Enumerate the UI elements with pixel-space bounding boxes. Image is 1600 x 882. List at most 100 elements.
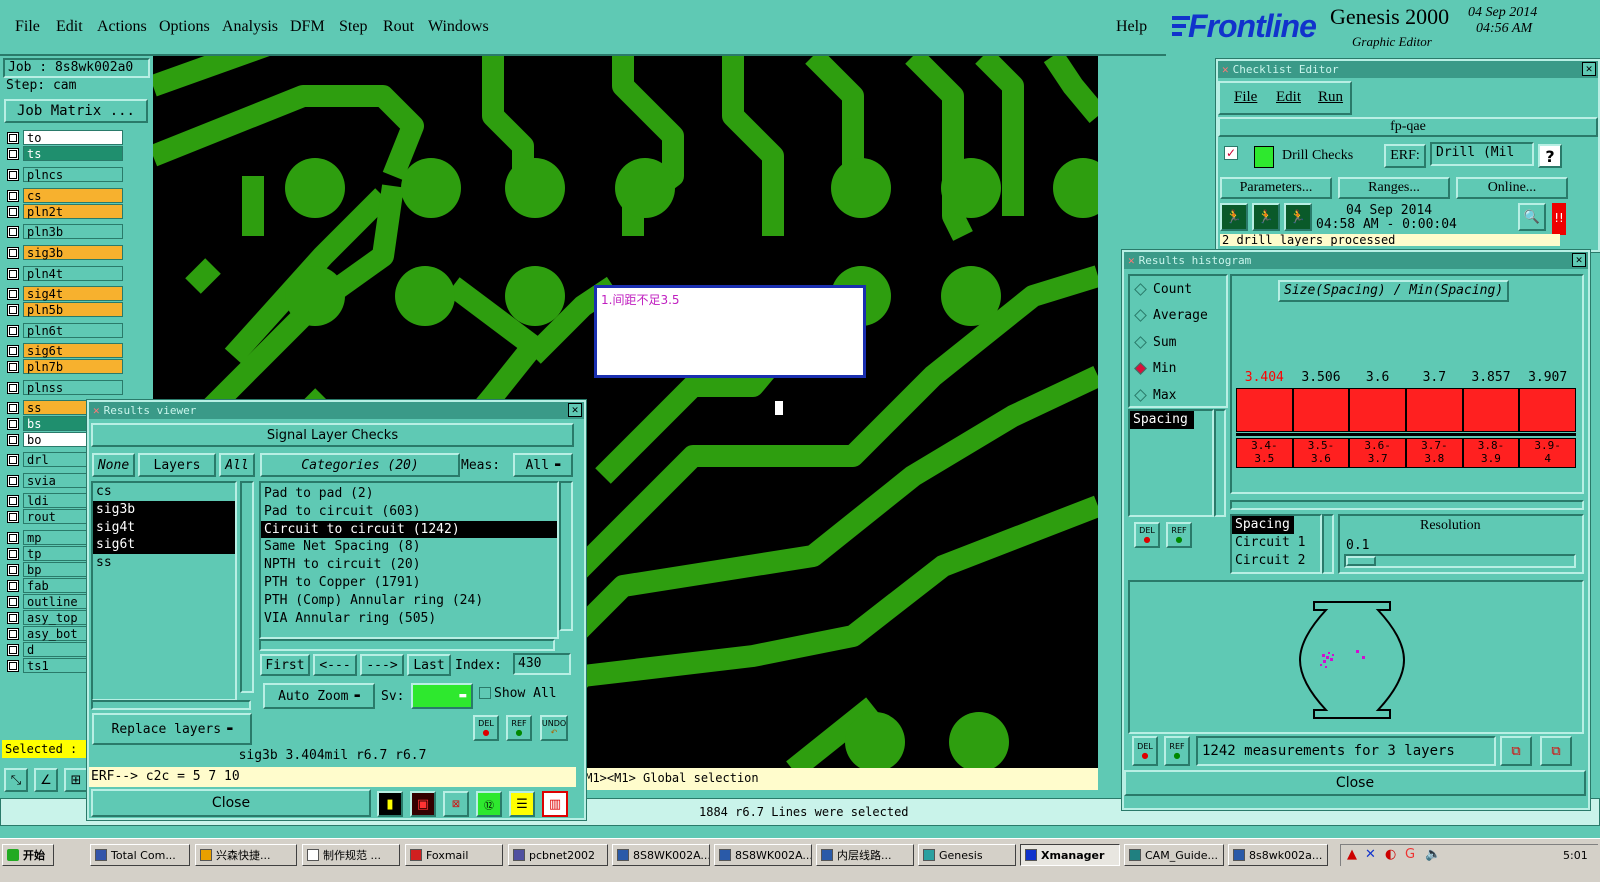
taskbar-item[interactable]: Foxmail: [405, 844, 503, 866]
histogram-bar[interactable]: [1406, 388, 1463, 432]
radio-icon[interactable]: [1134, 362, 1147, 376]
menu-edit[interactable]: Edit: [56, 18, 83, 36]
mode-option-average[interactable]: Average: [1130, 303, 1226, 330]
layer-results-list[interactable]: cs sig3b sig4t sig6t ss: [91, 481, 237, 701]
window-menu-icon[interactable]: ✕: [1222, 63, 1229, 76]
layer-checkbox[interactable]: [7, 563, 19, 576]
taskbar-item[interactable]: 8S8WK002A...: [714, 844, 812, 866]
ranges-button[interactable]: Ranges...: [1338, 177, 1450, 199]
layer-row-pln6t[interactable]: pln6t: [7, 323, 123, 338]
menu-options[interactable]: Options: [159, 18, 210, 36]
bin-range-label[interactable]: 3.9- 4: [1519, 438, 1576, 468]
layer-name[interactable]: sig6t: [23, 343, 123, 358]
layer-checkbox[interactable]: [7, 168, 19, 181]
layer-checkbox[interactable]: [7, 659, 19, 672]
layer-checkbox[interactable]: [7, 417, 19, 430]
category-item[interactable]: Circuit to circuit (1242): [261, 520, 557, 539]
radio-icon[interactable]: [1134, 388, 1147, 402]
category-item[interactable]: Pad to circuit (603): [261, 503, 557, 521]
mode-option-count[interactable]: Count: [1130, 276, 1226, 303]
histogram-bar[interactable]: [1349, 388, 1406, 432]
layer-name[interactable]: pln2t: [23, 204, 123, 219]
layer-row-pln2t[interactable]: pln2t: [7, 204, 123, 219]
help-button[interactable]: ?: [1538, 144, 1562, 168]
layer-name[interactable]: sig3b: [23, 245, 123, 260]
layer-row-pln5b[interactable]: pln5b: [7, 302, 123, 317]
window-menu-icon[interactable]: ✕: [93, 404, 100, 417]
mode-option-sum[interactable]: Sum: [1130, 329, 1226, 356]
layer-name[interactable]: pln7b: [23, 359, 123, 374]
histogram-close-button[interactable]: Close: [1124, 770, 1586, 796]
layer-checkbox[interactable]: [7, 643, 19, 656]
online-button[interactable]: Online...: [1456, 177, 1568, 199]
layer-checkbox[interactable]: [7, 324, 19, 337]
replace-layers-select[interactable]: Replace layers ▬: [92, 713, 252, 745]
radio-icon[interactable]: [1134, 309, 1147, 323]
layer-checkbox[interactable]: [7, 474, 19, 487]
category-item[interactable]: Same Net Spacing (8): [261, 538, 557, 556]
severity-select[interactable]: ▬: [411, 683, 473, 709]
layer-list-hscrollbar[interactable]: [91, 700, 251, 710]
category-item[interactable]: NPTH to circuit (20): [261, 556, 557, 574]
layer-checkbox[interactable]: [7, 453, 19, 466]
layer-checkbox[interactable]: [7, 494, 19, 507]
layer-checkbox[interactable]: [7, 287, 19, 300]
results-viewer-close-icon[interactable]: ✕: [568, 403, 582, 417]
first-button[interactable]: First: [260, 654, 310, 676]
layer-list-scrollbar[interactable]: [240, 481, 254, 693]
layer-row-sig3b[interactable]: sig3b: [7, 245, 123, 260]
layer-checkbox[interactable]: [7, 189, 19, 202]
filter-item[interactable]: Circuit 1: [1232, 534, 1320, 552]
taskbar-item[interactable]: 8S8WK002A...: [612, 844, 710, 866]
tool-icon-4[interactable]: ⑫: [476, 791, 502, 817]
erf-button[interactable]: ERF:: [1384, 144, 1426, 168]
measurement-item-spacing[interactable]: Spacing: [1130, 411, 1194, 429]
zoom-box-button[interactable]: ⤡: [4, 768, 28, 792]
layer-checkbox[interactable]: [7, 510, 19, 523]
layer-checkbox[interactable]: [7, 595, 19, 608]
layer-checkbox[interactable]: [7, 246, 19, 259]
show-all-checkbox[interactable]: [479, 687, 491, 699]
mode-option-min[interactable]: Min: [1130, 356, 1226, 383]
result-layer-item[interactable]: ss: [93, 554, 235, 572]
category-list-scrollbar[interactable]: [559, 481, 573, 631]
layer-checkbox[interactable]: [7, 147, 19, 160]
preview-del-button[interactable]: DEL ●: [1132, 736, 1158, 766]
filter-item[interactable]: Spacing: [1232, 516, 1294, 534]
menu-actions[interactable]: Actions: [97, 18, 147, 36]
select-none-button[interactable]: None: [92, 453, 135, 477]
layer-name[interactable]: ts: [23, 146, 123, 161]
bin-range-label[interactable]: 3.7- 3.8: [1406, 438, 1463, 468]
checklist-menu-file[interactable]: File: [1234, 89, 1257, 106]
results-viewer-close-button[interactable]: Close: [91, 789, 371, 817]
tool-icon-5[interactable]: ☰: [509, 791, 535, 817]
hist-del-button[interactable]: DEL ●: [1134, 522, 1160, 548]
taskbar-item[interactable]: Total Com...: [90, 844, 190, 866]
taskbar-item[interactable]: Xmanager: [1020, 844, 1120, 866]
filter-list-scrollbar[interactable]: [1322, 514, 1334, 574]
tool-icon-2[interactable]: ▣: [410, 791, 436, 817]
layer-checkbox[interactable]: [7, 381, 19, 394]
prev-button[interactable]: <---: [313, 654, 357, 676]
layer-checkbox[interactable]: [7, 303, 19, 316]
grid-button[interactable]: ⊞: [64, 768, 88, 792]
job-matrix-button[interactable]: Job Matrix ...: [4, 99, 148, 123]
layer-row-pln3b[interactable]: pln3b: [7, 224, 123, 239]
layer-row-to[interactable]: to: [7, 130, 123, 145]
layer-row-sig4t[interactable]: sig4t: [7, 286, 123, 301]
layer-checkbox[interactable]: [7, 267, 19, 280]
taskbar-item[interactable]: pcbnet2002: [508, 844, 608, 866]
menu-step[interactable]: Step: [339, 18, 367, 36]
result-layer-item[interactable]: sig4t: [93, 518, 235, 537]
select-all-layers-button[interactable]: All: [219, 453, 255, 477]
histogram-button[interactable]: ▥: [542, 791, 568, 817]
measurement-list-scrollbar[interactable]: [1214, 409, 1226, 517]
result-layer-item[interactable]: cs: [93, 483, 235, 501]
category-list-hscrollbar[interactable]: [259, 639, 555, 651]
resolution-slider-thumb[interactable]: [1346, 556, 1376, 566]
histogram-hscrollbar[interactable]: [1230, 500, 1584, 510]
layer-row-pln7b[interactable]: pln7b: [7, 359, 123, 374]
layer-checkbox[interactable]: [7, 344, 19, 357]
checklist-close-icon[interactable]: ✕: [1582, 62, 1596, 76]
menu-dfm[interactable]: DFM: [290, 18, 325, 36]
